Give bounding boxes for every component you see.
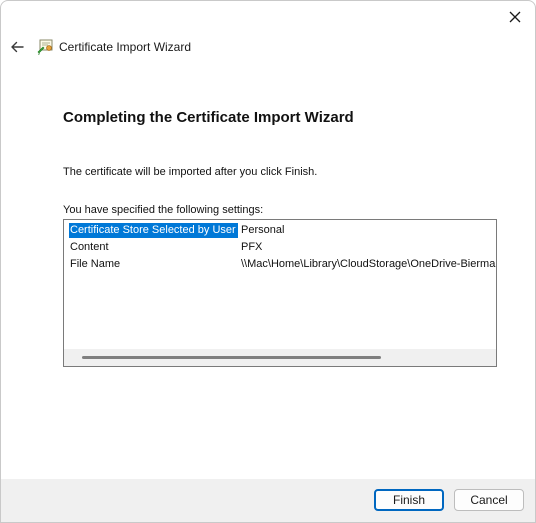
back-arrow-icon (11, 41, 24, 53)
horizontal-scrollbar[interactable] (64, 349, 496, 366)
completion-description: The certificate will be imported after y… (63, 166, 318, 178)
wizard-header: Certificate Import Wizard (1, 35, 535, 61)
certificate-import-wizard-window: Certificate Import Wizard Completing the… (0, 0, 536, 523)
finish-button[interactable]: Finish (374, 489, 444, 511)
back-button[interactable] (6, 35, 28, 59)
settings-key: File Name (70, 258, 121, 270)
settings-key: Content (70, 241, 109, 253)
settings-key: Certificate Store Selected by User (69, 223, 238, 238)
close-button[interactable] (499, 3, 531, 31)
wizard-title: Certificate Import Wizard (59, 40, 192, 54)
settings-value: PFX (241, 241, 263, 253)
close-icon (509, 11, 521, 23)
settings-row[interactable]: File Name \\Mac\Home\Library\CloudStorag… (64, 256, 496, 273)
settings-row[interactable]: Content PFX (64, 239, 496, 256)
settings-list[interactable]: Certificate Store Selected by User Perso… (63, 219, 497, 367)
page-heading: Completing the Certificate Import Wizard (63, 109, 354, 126)
wizard-footer: Finish Cancel (1, 479, 535, 522)
settings-row[interactable]: Certificate Store Selected by User Perso… (64, 222, 496, 239)
settings-value: \\Mac\Home\Library\CloudStorage\OneDrive… (241, 258, 497, 270)
scrollbar-thumb[interactable] (82, 356, 381, 359)
settings-value: Personal (241, 224, 285, 236)
cancel-button[interactable]: Cancel (454, 489, 524, 511)
settings-label: You have specified the following setting… (63, 204, 264, 216)
certificate-icon (37, 38, 55, 56)
